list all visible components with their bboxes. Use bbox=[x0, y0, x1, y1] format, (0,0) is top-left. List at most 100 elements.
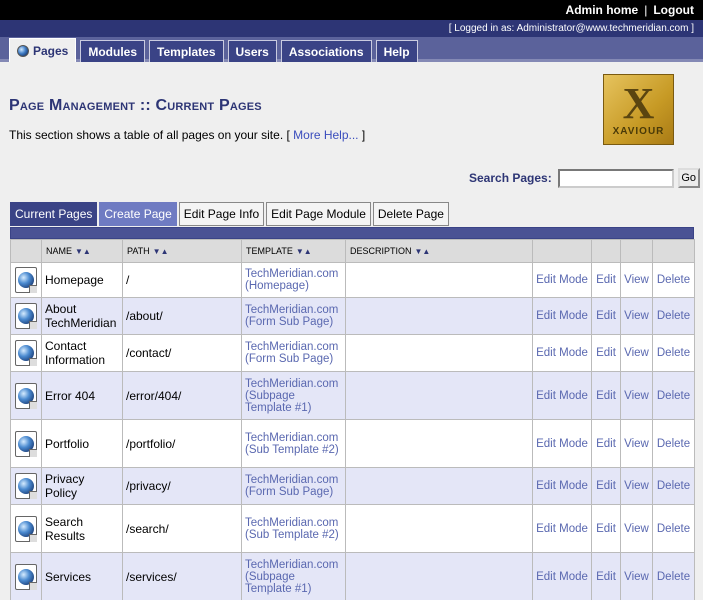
edit-mode-link[interactable]: Edit Mode bbox=[532, 334, 592, 372]
page-subtabs: Current Pages Create Page Edit Page Info… bbox=[10, 202, 451, 226]
view-link[interactable]: View bbox=[620, 262, 653, 298]
page-globe-icon bbox=[15, 382, 37, 409]
edit-link[interactable]: Edit bbox=[591, 371, 621, 420]
action-column-header bbox=[620, 239, 653, 263]
logo-name: XAVIOUR bbox=[612, 126, 665, 137]
table-row: About TechMeridian/about/TechMeridian.co… bbox=[10, 297, 695, 335]
view-link[interactable]: View bbox=[620, 297, 653, 335]
edit-link[interactable]: Edit bbox=[591, 262, 621, 298]
page-description-cell bbox=[345, 334, 533, 372]
delete-link[interactable]: Delete bbox=[652, 552, 695, 600]
search-label: Search Pages: bbox=[469, 171, 552, 185]
icon-column-header bbox=[10, 239, 42, 263]
view-link[interactable]: View bbox=[620, 504, 653, 553]
page-path-cell: /services/ bbox=[122, 552, 242, 600]
sort-arrows-icon[interactable]: ▼▲ bbox=[296, 247, 312, 256]
view-link[interactable]: View bbox=[620, 371, 653, 420]
tab-templates[interactable]: Templates bbox=[149, 40, 224, 62]
delete-link[interactable]: Delete bbox=[652, 262, 695, 298]
delete-link[interactable]: Delete bbox=[652, 371, 695, 420]
page-description-cell bbox=[345, 552, 533, 600]
page-template-cell: TechMeridian.com (Form Sub Page) bbox=[241, 334, 346, 372]
page-description-cell bbox=[345, 371, 533, 420]
view-link[interactable]: View bbox=[620, 334, 653, 372]
sort-arrows-icon[interactable]: ▼▲ bbox=[153, 247, 169, 256]
page-description-cell bbox=[345, 419, 533, 468]
tab-label: Associations bbox=[288, 44, 364, 59]
edit-link[interactable]: Edit bbox=[591, 467, 621, 505]
subtab-edit-page-module[interactable]: Edit Page Module bbox=[266, 202, 371, 226]
tab-associations[interactable]: Associations bbox=[280, 40, 372, 62]
delete-link[interactable]: Delete bbox=[652, 504, 695, 553]
path-column-header[interactable]: PATH ▼▲ bbox=[122, 239, 242, 263]
subtab-edit-page-info[interactable]: Edit Page Info bbox=[178, 202, 265, 226]
edit-mode-link[interactable]: Edit Mode bbox=[532, 297, 592, 335]
description-column-header[interactable]: DESCRIPTION ▼▲ bbox=[345, 239, 533, 263]
tab-users[interactable]: Users bbox=[227, 40, 277, 62]
name-column-header[interactable]: NAME ▼▲ bbox=[41, 239, 123, 263]
table-header-row: NAME ▼▲ PATH ▼▲ TEMPLATE ▼▲ DESCRIPTION ▼▲ bbox=[10, 239, 695, 263]
edit-mode-link[interactable]: Edit Mode bbox=[532, 262, 592, 298]
edit-mode-link[interactable]: Edit Mode bbox=[532, 419, 592, 468]
delete-link[interactable]: Delete bbox=[652, 334, 695, 372]
page-globe-icon bbox=[15, 563, 37, 590]
tab-label: Users bbox=[235, 44, 269, 59]
tab-modules[interactable]: Modules bbox=[80, 40, 146, 62]
edit-mode-link[interactable]: Edit Mode bbox=[532, 371, 592, 420]
top-nav: Admin home | Logout bbox=[0, 0, 703, 20]
admin-home-link[interactable]: Admin home bbox=[566, 3, 639, 17]
subtab-delete-page[interactable]: Delete Page bbox=[372, 202, 449, 226]
search-go-button[interactable]: Go bbox=[677, 168, 700, 188]
edit-link[interactable]: Edit bbox=[591, 552, 621, 600]
page-path-cell: /portfolio/ bbox=[122, 419, 242, 468]
delete-link[interactable]: Delete bbox=[652, 297, 695, 335]
page-description-cell bbox=[345, 297, 533, 335]
view-link[interactable]: View bbox=[620, 419, 653, 468]
table-row: Homepage / TechMeridian.com (Homepage) Edit… bbox=[10, 262, 695, 298]
edit-mode-link[interactable]: Edit Mode bbox=[532, 467, 592, 505]
delete-link[interactable]: Delete bbox=[652, 467, 695, 505]
login-status-text: [ Logged in as: Administrator@www.techme… bbox=[448, 23, 694, 34]
sort-arrows-icon[interactable]: ▼▲ bbox=[75, 247, 91, 256]
page-template-cell: TechMeridian.com (Sub Template #2) bbox=[241, 504, 346, 553]
action-column-header bbox=[652, 239, 695, 263]
search-bar: Search Pages: Go bbox=[469, 168, 700, 188]
edit-link[interactable]: Edit bbox=[591, 419, 621, 468]
page-template-cell: TechMeridian.com (Subpage Template #1) bbox=[241, 552, 346, 600]
edit-link[interactable]: Edit bbox=[591, 297, 621, 335]
tab-pages[interactable]: Pages bbox=[9, 38, 77, 62]
logout-link[interactable]: Logout bbox=[653, 3, 694, 17]
sort-arrows-icon[interactable]: ▼▲ bbox=[415, 247, 431, 256]
edit-mode-link[interactable]: Edit Mode bbox=[532, 504, 592, 553]
edit-mode-link[interactable]: Edit Mode bbox=[532, 552, 592, 600]
view-link[interactable]: View bbox=[620, 552, 653, 600]
search-input[interactable] bbox=[557, 168, 674, 188]
page-icon-cell bbox=[10, 297, 42, 335]
subtab-create-page[interactable]: Create Page bbox=[99, 202, 177, 226]
subtab-current-pages[interactable]: Current Pages bbox=[10, 202, 98, 226]
table-row: Portfolio/portfolio/TechMeridian.com (Su… bbox=[10, 419, 695, 468]
page-icon-cell bbox=[10, 504, 42, 553]
delete-link[interactable]: Delete bbox=[652, 419, 695, 468]
page-template-cell: TechMeridian.com (Form Sub Page) bbox=[241, 297, 346, 335]
template-column-header[interactable]: TEMPLATE ▼▲ bbox=[241, 239, 346, 263]
page-name-cell: About TechMeridian bbox=[41, 297, 123, 335]
tab-help[interactable]: Help bbox=[375, 40, 418, 62]
top-nav-separator: | bbox=[644, 3, 648, 17]
tab-label: Modules bbox=[88, 44, 138, 59]
page-name-cell: Portfolio bbox=[41, 419, 123, 468]
edit-link[interactable]: Edit bbox=[591, 504, 621, 553]
page-template-cell: TechMeridian.com (Homepage) bbox=[241, 262, 346, 298]
column-label: DESCRIPTION bbox=[350, 246, 412, 256]
tab-label: Help bbox=[383, 44, 410, 59]
view-link[interactable]: View bbox=[620, 467, 653, 505]
table-row: Services/services/TechMeridian.com (Subp… bbox=[10, 552, 695, 600]
more-help-link[interactable]: More Help... bbox=[293, 128, 358, 142]
page-path-cell: /error/404/ bbox=[122, 371, 242, 420]
action-column-header bbox=[532, 239, 592, 263]
page-description-cell bbox=[345, 467, 533, 505]
edit-link[interactable]: Edit bbox=[591, 334, 621, 372]
pages-table: NAME ▼▲ PATH ▼▲ TEMPLATE ▼▲ DESCRIPTION ▼▲ H… bbox=[10, 239, 695, 600]
tab-label: Templates bbox=[157, 44, 216, 59]
page-globe-icon bbox=[15, 430, 37, 457]
